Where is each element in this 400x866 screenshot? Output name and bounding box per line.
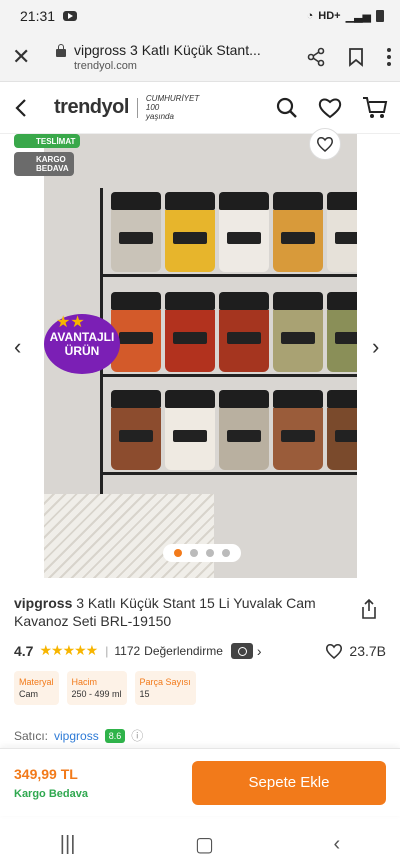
centennial-logo: CUMHURİYET 100 yaşında (145, 94, 200, 121)
spec-chips: Materyal Cam Hacim 250 - 499 ml Parça Sa… (14, 671, 386, 705)
trendyol-logo[interactable]: trendyol CUMHURİYET 100 yaşında (54, 94, 200, 121)
delivery-badge-label: TESLİMAT (36, 137, 76, 146)
wifi-icon: ◔ (306, 10, 314, 22)
page-title: vipgross 3 Katlı Küçük Stant... (74, 41, 261, 58)
spec-piece-count: Parça Sayısı 15 (134, 671, 196, 705)
carousel-dots (163, 544, 241, 562)
logo-divider (136, 97, 138, 118)
spec-key: Materyal (19, 677, 54, 687)
site-header: trendyol CUMHURİYET 100 yaşında (0, 82, 400, 134)
carousel-dot-1[interactable] (174, 549, 182, 557)
network-type: HD+ (318, 10, 341, 22)
star-decoration-icon: ★★ (56, 314, 85, 331)
close-tab-button[interactable]: ✕ (12, 44, 42, 70)
share-icon[interactable] (306, 47, 326, 67)
page-domain: trendyol.com (74, 59, 137, 72)
product-info: vipgross 3 Katlı Küçük Stant 15 Li Yuval… (0, 578, 400, 744)
lock-icon (56, 43, 66, 57)
add-to-cart-button[interactable]: Sepete Ekle (192, 760, 386, 805)
seller-name-link[interactable]: vipgross (54, 729, 99, 743)
carousel-dot-3[interactable] (206, 549, 214, 557)
seller-label: Satıcı: (14, 728, 49, 743)
search-icon[interactable] (276, 97, 298, 119)
home-icon[interactable]: ▢ (195, 832, 214, 857)
spec-value: Cam (19, 689, 39, 699)
status-time: 21:31 (20, 8, 56, 24)
signal-icon: ▁▃▅ (345, 10, 371, 23)
review-label[interactable]: Değerlendirme (144, 644, 223, 658)
spec-key: Parça Sayısı (139, 677, 191, 687)
product-gallery[interactable]: TESLİMAT KARGO BEDAVA AVANTAJLI ÜRÜN ★★ … (0, 128, 400, 578)
spec-value: 250 - 499 ml (71, 689, 122, 699)
price: 349,99 TL (14, 765, 78, 782)
advantage-line1: AVANTAJLI (49, 330, 115, 344)
android-nav-bar: ||| ▢ ‹ (0, 822, 400, 866)
browser-toolbar: ✕ vipgross 3 Katlı Küçük Stant... trendy… (0, 32, 400, 82)
add-to-favorites-button[interactable] (309, 128, 341, 160)
brand-wordmark: trendyol (54, 96, 129, 118)
free-shipping-line2: BEDAVA (36, 164, 69, 173)
camera-icon[interactable] (230, 642, 253, 659)
seller-score-badge: 8.6 (104, 728, 126, 743)
heart-icon (326, 643, 343, 659)
rating-score: 4.7 (14, 642, 34, 659)
product-title: vipgross 3 Katlı Küçük Stant 15 Li Yuval… (14, 594, 386, 630)
checkout-bar: 349,99 TL Kargo Bedava Sepete Ekle (0, 748, 400, 816)
favorites-count[interactable]: 23.7B (325, 643, 386, 659)
next-image-arrow[interactable]: › (372, 334, 379, 360)
free-shipping-label: Kargo Bedava (14, 787, 88, 800)
address-bar[interactable]: vipgross 3 Katlı Küçük Stant... trendyol… (74, 42, 296, 72)
carousel-dot-2[interactable] (190, 549, 198, 557)
spec-material: Materyal Cam (14, 671, 59, 705)
back-arrow-icon[interactable] (14, 98, 44, 118)
status-bar: 21:31 ◔ HD+ ▁▃▅ (0, 0, 400, 32)
carousel-dot-4[interactable] (222, 549, 230, 557)
info-icon[interactable]: ⓘ (131, 727, 143, 744)
spec-key: Hacim (71, 677, 98, 687)
free-shipping-badge: KARGO BEDAVA (14, 152, 74, 176)
previous-image-arrow[interactable]: ‹ (14, 334, 21, 360)
review-count[interactable]: 1172 (114, 644, 140, 658)
cart-icon[interactable] (362, 96, 388, 120)
delivery-badge: TESLİMAT (14, 134, 81, 148)
cloth-illustration (44, 494, 214, 578)
back-icon[interactable]: ‹ (334, 833, 341, 856)
seller-row: Satıcı: vipgross 8.6 ⓘ (14, 727, 386, 744)
heart-plus-icon (317, 137, 333, 152)
rating-row: 4.7 ★★★★★ | 1172 Değerlendirme › 23.7B (14, 642, 386, 659)
youtube-icon (63, 11, 78, 21)
spec-volume: Hacim 250 - 499 ml (66, 671, 127, 705)
rating-divider: | (105, 643, 109, 658)
spec-value: 15 (139, 689, 150, 699)
more-options-icon[interactable] (386, 47, 392, 67)
recent-apps-icon[interactable]: ||| (60, 833, 76, 856)
rating-stars-icon: ★★★★★ (39, 642, 98, 658)
favorites-icon[interactable] (318, 97, 342, 119)
share-product-icon[interactable] (360, 598, 378, 620)
product-brand[interactable]: vipgross (14, 595, 72, 611)
chevron-right-icon[interactable]: › (257, 643, 262, 659)
battery-icon (376, 10, 384, 22)
spice-rack-illustration (100, 188, 357, 508)
free-shipping-line1: KARGO (36, 155, 66, 164)
favorites-count-value: 23.7B (349, 642, 386, 659)
advantage-line2: ÜRÜN (64, 344, 100, 358)
bookmark-icon[interactable] (348, 47, 364, 67)
